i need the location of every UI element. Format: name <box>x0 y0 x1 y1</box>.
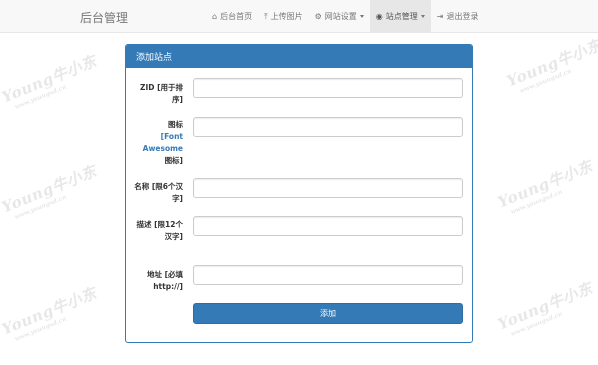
zid-label: ZID [用于排序] <box>140 83 183 104</box>
navbar-menu: ⌂ 后台首页 ⤒ 上传图片 ⚙ 网站设置 ◉ 站点管理 ⇥ 退出登录 <box>206 0 484 33</box>
nav-item-site-management[interactable]: ◉ 站点管理 <box>369 0 431 33</box>
name-input[interactable] <box>193 178 463 198</box>
add-button[interactable]: 添加 <box>193 303 463 324</box>
address-label: 地址 [必填http://] <box>146 270 183 291</box>
watermark: Young牛小东www.youngxd.cn <box>0 162 100 221</box>
panel-title: 添加站点 <box>126 45 472 68</box>
description-input[interactable] <box>193 216 463 236</box>
nav-item-label: 退出登录 <box>446 12 479 21</box>
watermark: Young牛小东www.youngxd.cn <box>0 284 100 343</box>
add-site-panel: 添加站点 ZID [用于排序] 图标 [Font Awesome 图标] 名称 [限… <box>125 44 473 343</box>
watermark: Young牛小东www.youngxd.cn <box>495 157 596 216</box>
address-input[interactable] <box>193 265 463 285</box>
nav-item-upload[interactable]: ⤒ 上传图片 <box>258 0 309 33</box>
zid-input[interactable] <box>193 78 463 98</box>
icon-input[interactable] <box>193 117 463 137</box>
nav-item-home[interactable]: ⌂ 后台首页 <box>206 0 258 33</box>
nav-item-logout[interactable]: ⇥ 退出登录 <box>431 0 485 33</box>
icon-label: 图标 [Font Awesome 图标] <box>142 120 183 165</box>
sign-out-icon: ⇥ <box>436 12 444 21</box>
watermark: Young牛小东www.youngxd.cn <box>504 36 598 95</box>
nav-item-label: 站点管理 <box>385 12 418 21</box>
home-icon: ⌂ <box>212 12 218 21</box>
font-awesome-link[interactable]: [Font Awesome <box>143 132 183 153</box>
description-label: 描述 [限12个汉字] <box>136 220 183 241</box>
caret-down-icon <box>420 15 425 18</box>
nav-item-label: 网站设置 <box>324 12 357 21</box>
nav-item-label: 后台首页 <box>220 12 253 21</box>
caret-down-icon <box>359 15 364 18</box>
nav-item-label: 上传图片 <box>270 12 303 21</box>
navbar-brand[interactable]: 后台管理 <box>80 9 128 26</box>
watermark: Young牛小东www.youngxd.cn <box>495 279 596 338</box>
gear-icon: ⚙ <box>314 12 322 21</box>
top-navbar: 后台管理 ⌂ 后台首页 ⤒ 上传图片 ⚙ 网站设置 ◉ 站点管理 ⇥ 退出登录 <box>0 0 598 33</box>
nav-item-site-settings[interactable]: ⚙ 网站设置 <box>309 0 370 33</box>
upload-icon: ⤒ <box>264 11 268 21</box>
name-label: 名称 [限6个汉字] <box>134 182 183 203</box>
watermark: Young牛小东www.youngxd.cn <box>0 52 100 111</box>
globe-icon: ◉ <box>375 12 383 21</box>
